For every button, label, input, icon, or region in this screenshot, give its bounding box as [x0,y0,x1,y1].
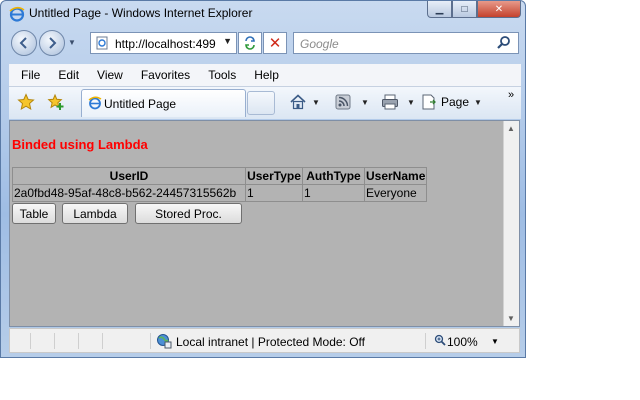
stop-icon: ✕ [268,35,282,52]
column-header-usertype: UserType [245,167,303,185]
new-tab-button[interactable] [247,91,275,115]
zoom-level[interactable]: 100% [447,335,478,349]
home-button[interactable]: ▼ [289,93,320,111]
minimize-button[interactable]: ▁ [427,1,452,18]
zoom-dropdown-icon[interactable]: ▼ [491,337,499,346]
window-title: Untitled Page - Windows Internet Explore… [29,6,253,20]
menu-edit[interactable]: Edit [52,68,85,82]
menu-file[interactable]: File [15,68,46,82]
back-button[interactable] [11,30,37,56]
security-zone-text[interactable]: Local intranet | Protected Mode: Off [176,335,365,349]
status-separator [78,333,79,349]
page-icon [96,36,108,50]
search-icon[interactable] [496,35,512,51]
feeds-icon [335,94,351,110]
close-icon: ✕ [494,3,504,15]
users-grid: UserID UserType AuthType UserName 2a0fbd… [12,167,428,202]
maximize-icon: □ [461,3,468,15]
window-controls: ▁ □ ✕ [427,1,521,19]
column-header-authtype: AuthType [302,167,365,185]
scroll-down-arrow[interactable]: ▼ [507,314,515,323]
stop-button[interactable]: ✕ [263,32,287,54]
page-dropdown-icon[interactable]: ▼ [474,98,482,107]
search-placeholder[interactable]: Google [300,37,339,51]
address-bar[interactable]: http://localhost:499 ▼ [90,32,237,54]
scroll-up-arrow[interactable]: ▲ [507,124,515,133]
cell-authtype: 1 [302,184,365,202]
browser-window: Untitled Page - Windows Internet Explore… [0,0,526,358]
page-heading: Binded using Lambda [12,137,148,152]
menu-tools[interactable]: Tools [202,68,242,82]
page-menu-label: Page [441,95,470,109]
table-row: 2a0fbd48-95af-48c8-b562-24457315562b 1 1… [12,184,428,202]
maximize-button[interactable]: □ [452,1,477,18]
column-header-userid: UserID [12,167,246,185]
forward-button[interactable] [39,30,65,56]
stored-proc-button[interactable]: Stored Proc. [135,203,242,224]
ie-icon [88,96,102,110]
menu-help[interactable]: Help [248,68,285,82]
cell-usertype: 1 [245,184,303,202]
table-button[interactable]: Table [12,203,56,224]
grid-header-row: UserID UserType AuthType UserName [12,167,428,185]
menu-favorites[interactable]: Favorites [135,68,196,82]
status-bar: Local intranet | Protected Mode: Off 100… [9,328,520,353]
column-header-username: UserName [363,167,428,185]
tab-label: Untitled Page [104,97,177,111]
ie-icon [9,6,25,22]
cell-userid: 2a0fbd48-95af-48c8-b562-24457315562b [12,184,246,202]
intranet-zone-icon [157,334,172,349]
address-dropdown[interactable]: ▼ [223,36,232,46]
page-icon [422,94,436,110]
status-separator [30,333,31,349]
title-bar: Untitled Page - Windows Internet Explore… [1,1,525,27]
vertical-scrollbar[interactable]: ▲ ▼ [503,121,519,326]
navigation-bar: ▼ http://localhost:499 ▼ ✕ Google [1,28,525,62]
print-icon [382,94,398,110]
status-separator [54,333,55,349]
address-text[interactable]: http://localhost:499 [115,37,219,51]
cell-username: Everyone [363,184,428,202]
favorites-star-icon[interactable] [17,93,35,111]
status-separator [150,333,151,349]
zoom-icon[interactable] [434,334,446,346]
refresh-icon [245,36,255,50]
menu-bar: File Edit View Favorites Tools Help [9,64,521,87]
close-button[interactable]: ✕ [477,1,521,18]
status-separator [425,333,426,349]
print-button[interactable]: ▼ [381,93,415,111]
page-menu-button[interactable]: Page ▼ [421,93,482,111]
feeds-button[interactable]: ▼ [335,93,369,111]
recent-pages-dropdown[interactable]: ▼ [68,38,76,47]
forward-arrow-icon [49,37,57,49]
refresh-button[interactable] [238,32,262,54]
toolbar-overflow-chevron[interactable]: » [508,86,514,104]
print-dropdown-icon[interactable]: ▼ [407,98,415,107]
back-arrow-icon [19,37,27,49]
home-dropdown-icon[interactable]: ▼ [312,98,320,107]
add-favorites-icon[interactable] [47,93,65,111]
home-icon [290,94,306,110]
tab-untitled-page[interactable]: Untitled Page [81,89,246,117]
search-box[interactable]: Google [293,32,519,54]
feeds-dropdown-icon[interactable]: ▼ [361,98,369,107]
status-separator [102,333,103,349]
lambda-button[interactable]: Lambda [62,203,128,224]
menu-view[interactable]: View [91,68,129,82]
tab-bar: Untitled Page ▼ ▼ ▼ Page ▼ » [9,87,521,119]
minimize-icon: ▁ [435,3,444,15]
page-viewport: Binded using Lambda UserID UserType Auth… [9,120,520,327]
